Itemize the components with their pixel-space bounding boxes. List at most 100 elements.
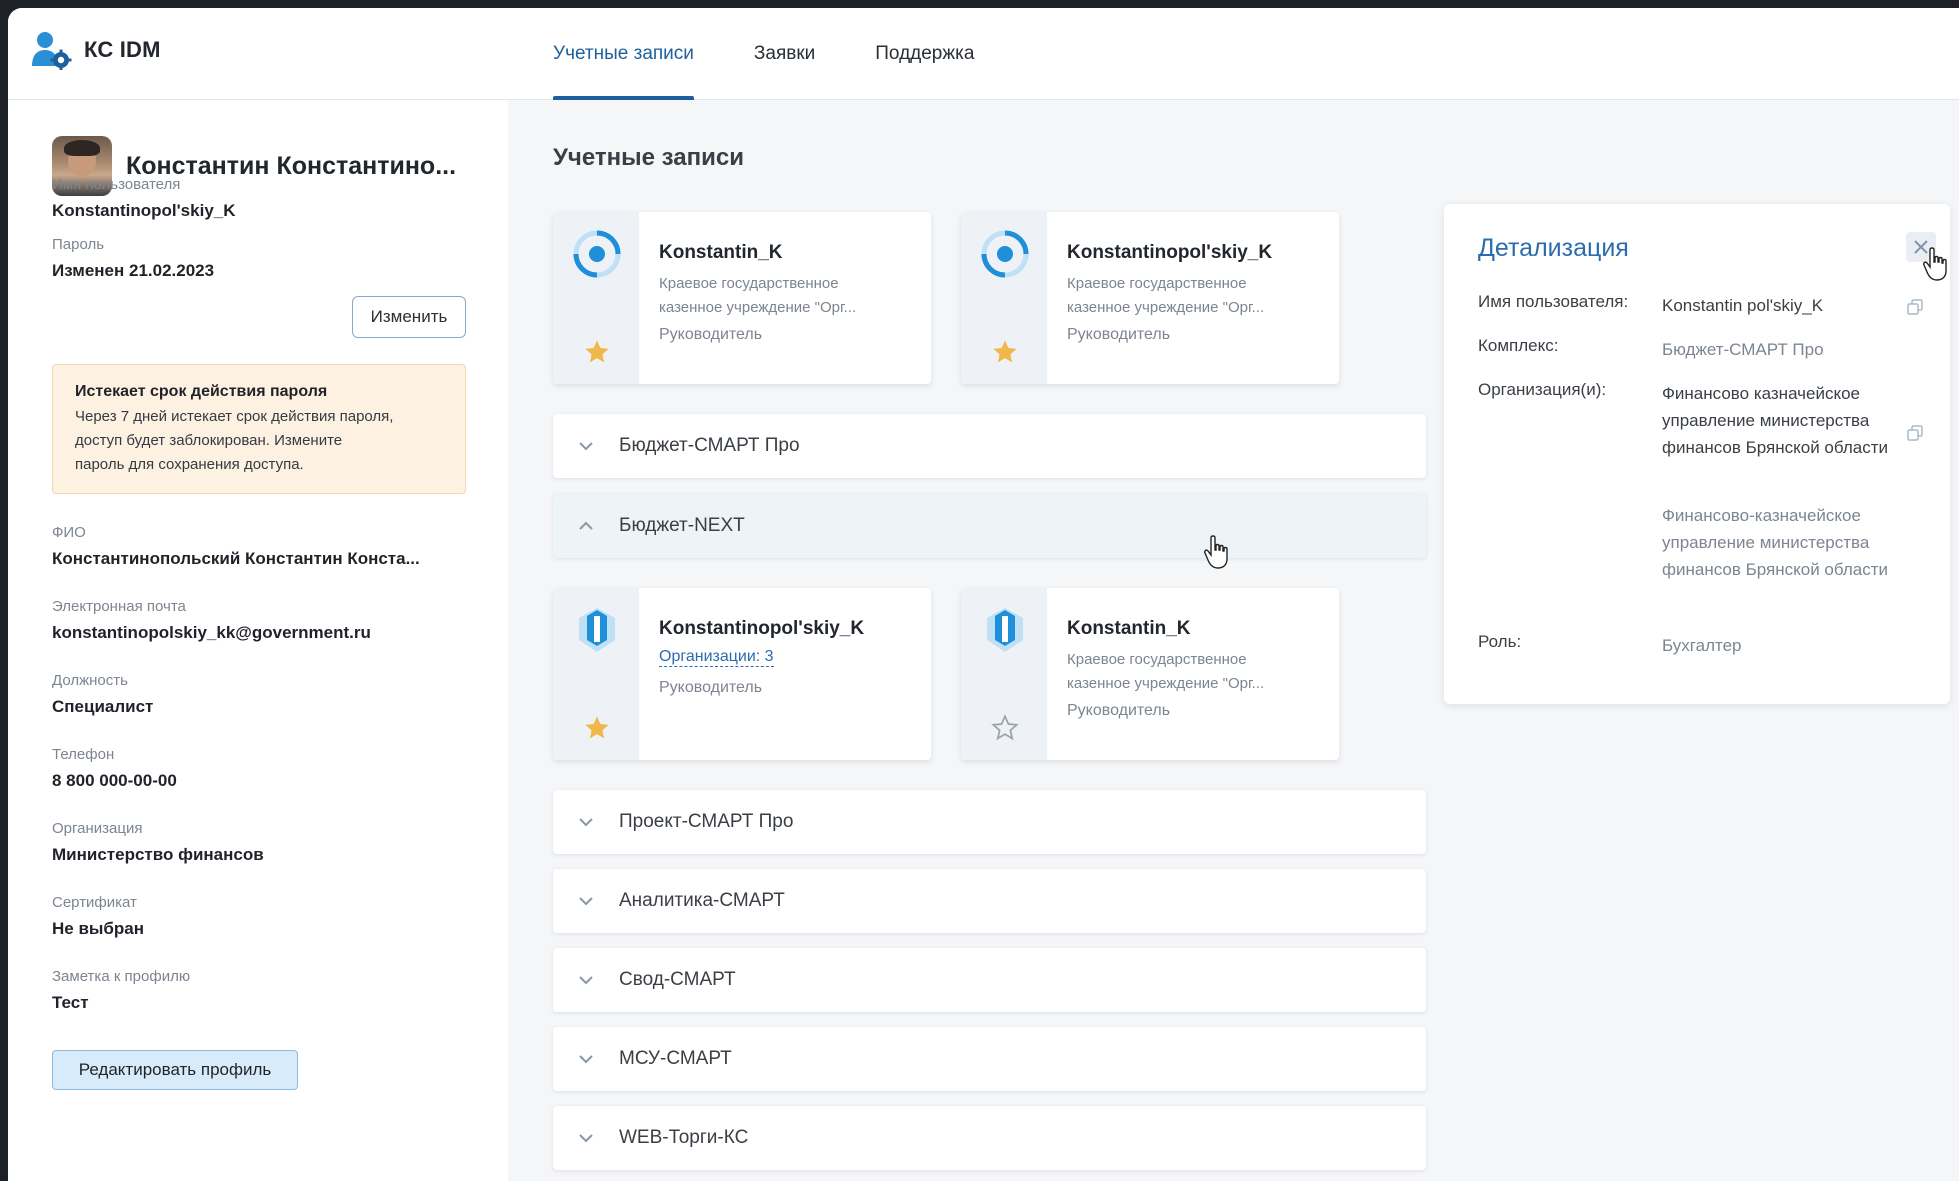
password-label: Пароль xyxy=(52,236,105,253)
note-value: Тест xyxy=(52,993,89,1012)
chevron-down-icon xyxy=(579,1134,593,1143)
organization-value: Министерство финансов xyxy=(52,845,264,864)
fio-field: ФИО Константинопольский Константин Конст… xyxy=(52,524,420,569)
account-card[interactable]: Konstantin_K Краевое государственное каз… xyxy=(553,212,931,384)
tab-support[interactable]: Поддержка xyxy=(875,8,974,100)
section-budget-smart-pro[interactable]: Бюджет-СМАРТ Про xyxy=(553,414,1426,478)
card-title: Konstantin_K xyxy=(659,242,783,263)
card-org-line-2: казенное учреждение "Орг... xyxy=(659,299,857,316)
chevron-down-icon xyxy=(579,442,593,451)
fio-value: Константинопольский Константин Конста... xyxy=(52,549,420,568)
card-role: Руководитель xyxy=(1067,326,1171,343)
copy-icon[interactable] xyxy=(1906,298,1924,316)
card-org-line-2: казенное учреждение "Орг... xyxy=(1067,675,1265,692)
copy-icon[interactable] xyxy=(1906,424,1924,442)
card-org-line-1: Краевое государственное xyxy=(1067,651,1247,668)
edit-profile-button[interactable]: Редактировать профиль xyxy=(52,1050,298,1090)
details-complex-key: Комплекс: xyxy=(1478,336,1559,355)
details-role-value: Бухгалтер xyxy=(1662,636,1742,655)
tab-accounts[interactable]: Учетные записи xyxy=(553,8,694,100)
app-name: КС IDM xyxy=(84,37,161,62)
password-field: Пароль Изменен 21.02.2023 xyxy=(52,236,214,281)
profile-panel: Константин Константино... Имя пользовате… xyxy=(8,100,508,1181)
warning-line-3: пароль для сохранения доступа. xyxy=(75,456,304,473)
card-role: Руководитель xyxy=(659,326,763,343)
note-label: Заметка к профилю xyxy=(52,968,191,985)
details-complex-value: Бюджет-СМАРТ Про xyxy=(1662,340,1824,359)
star-filled-icon[interactable] xyxy=(583,338,611,366)
section-analytics-smart[interactable]: Аналитика-СМАРТ xyxy=(553,869,1426,933)
budget-smart-icon xyxy=(573,230,621,278)
app-window: КС IDM Учетные записи Заявки Поддержка К… xyxy=(8,8,1959,1181)
hand-cursor-icon xyxy=(1923,247,1947,281)
chevron-down-icon xyxy=(579,897,593,906)
main-nav: Учетные записи Заявки Поддержка xyxy=(553,8,1034,100)
position-field: Должность Специалист xyxy=(52,672,153,717)
details-panel: Детализация Имя пользователя: Konstantin… xyxy=(1444,204,1950,704)
position-value: Специалист xyxy=(52,697,154,716)
section-label: Проект-СМАРТ Про xyxy=(619,811,794,832)
organization-label: Организация xyxy=(52,820,143,837)
details-username-value: Konstantin pol'skiy_K xyxy=(1662,296,1824,315)
account-card[interactable]: Konstantinopol'skiy_K Организации: 3 Рук… xyxy=(553,588,931,760)
organizations-link[interactable]: Организации: 3 xyxy=(659,648,774,667)
card-title: Konstantinopol'skiy_K xyxy=(659,618,865,639)
section-label: Бюджет-СМАРТ Про xyxy=(619,435,800,456)
phone-label: Телефон xyxy=(52,746,115,763)
section-msu-smart[interactable]: МСУ-СМАРТ xyxy=(553,1027,1426,1091)
tab-requests[interactable]: Заявки xyxy=(754,8,815,100)
hand-cursor-icon xyxy=(1204,535,1228,569)
chevron-down-icon xyxy=(579,976,593,985)
fio-label: ФИО xyxy=(52,524,86,541)
section-label: Аналитика-СМАРТ xyxy=(619,890,785,911)
certificate-label: Сертификат xyxy=(52,894,137,911)
card-org-line-1: Краевое государственное xyxy=(1067,275,1247,292)
section-svod-smart[interactable]: Свод-СМАРТ xyxy=(553,948,1426,1012)
budget-next-icon xyxy=(987,608,1023,652)
username-value: Konstantinopol'skiy_K xyxy=(52,201,236,220)
details-org-2: Финансово-казначейское управление минист… xyxy=(1662,506,1889,579)
card-body: Konstantin_K Краевое государственное каз… xyxy=(659,242,913,344)
budget-smart-icon xyxy=(981,230,1029,278)
email-label: Электронная почта xyxy=(52,598,186,615)
details-username-key: Имя пользователя: xyxy=(1478,292,1629,311)
budget-next-icon xyxy=(579,608,615,652)
warning-line-1: Через 7 дней истекает срок действия паро… xyxy=(75,408,394,425)
user-gear-icon xyxy=(32,32,72,70)
card-body: Konstantin_K Краевое государственное каз… xyxy=(1067,618,1321,720)
position-label: Должность xyxy=(52,672,128,689)
card-org-line-2: казенное учреждение "Орг... xyxy=(1067,299,1265,316)
certificate-field: Сертификат Не выбран xyxy=(52,894,144,939)
section-budget-next[interactable]: Бюджет-NEXT xyxy=(553,494,1426,558)
section-project-smart-pro[interactable]: Проект-СМАРТ Про xyxy=(553,790,1426,854)
change-password-button[interactable]: Изменить xyxy=(352,296,466,338)
app-logo[interactable]: КС IDM xyxy=(30,30,161,70)
star-filled-icon[interactable] xyxy=(583,714,611,742)
page-title: Учетные записи xyxy=(553,144,744,171)
warning-title: Истекает срок действия пароля xyxy=(75,383,328,400)
warning-line-2: доступ будет заблокирован. Измените xyxy=(75,432,343,449)
chevron-down-icon xyxy=(579,818,593,827)
section-web-torgi-ks[interactable]: WEB-Торги-КС xyxy=(553,1106,1426,1170)
star-outline-icon[interactable] xyxy=(991,714,1019,742)
email-value: konstantinopolskiy_kk@government.ru xyxy=(52,623,371,642)
section-label: МСУ-СМАРТ xyxy=(619,1048,732,1069)
account-card[interactable]: Konstantin_K Краевое государственное каз… xyxy=(961,588,1339,760)
section-label: Свод-СМАРТ xyxy=(619,969,736,990)
card-body: Konstantinopol'skiy_K Организации: 3 Рук… xyxy=(659,618,913,697)
email-field: Электронная почта konstantinopolskiy_kk@… xyxy=(52,598,371,643)
details-orgs-key: Организация(и): xyxy=(1478,380,1607,399)
account-card[interactable]: Konstantinopol'skiy_K Краевое государств… xyxy=(961,212,1339,384)
organization-field: Организация Министерство финансов xyxy=(52,820,264,865)
phone-value: 8 800 000-00-00 xyxy=(52,771,177,790)
section-label: Бюджет-NEXT xyxy=(619,515,745,536)
details-org-1: Финансово казначейское управление минист… xyxy=(1662,384,1889,457)
phone-field: Телефон 8 800 000-00-00 xyxy=(52,746,177,791)
star-filled-icon[interactable] xyxy=(991,338,1019,366)
card-org-line-1: Краевое государственное xyxy=(659,275,839,292)
username-label: Имя пользователя xyxy=(52,176,181,193)
card-title: Konstantinopol'skiy_K xyxy=(1067,242,1273,263)
password-expiry-warning: Истекает срок действия пароля Через 7 дн… xyxy=(52,364,466,494)
chevron-up-icon xyxy=(579,521,593,530)
card-role: Руководитель xyxy=(659,679,763,696)
